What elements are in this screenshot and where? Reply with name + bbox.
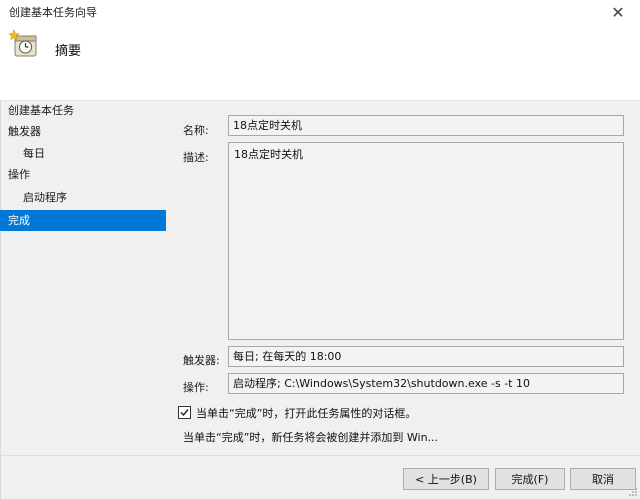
footer-divider (0, 455, 640, 456)
title-bar: 创建基本任务向导 ✕ (0, 0, 640, 24)
nav-step-daily[interactable]: 每日 (0, 143, 166, 164)
wizard-header: 摘要 (0, 24, 640, 100)
description-field[interactable]: 18点定时关机 (228, 142, 624, 340)
nav-step-label: 创建基本任务 (8, 104, 74, 117)
trigger-label: 触发器: (183, 354, 220, 367)
nav-step-trigger[interactable]: 触发器 (0, 121, 166, 142)
nav-step-finish[interactable]: 完成 (0, 210, 166, 231)
action-field[interactable]: 启动程序; C:\Windows\System32\shutdown.exe -… (228, 373, 624, 394)
finish-note: 当单击“完成”时，新任务将会被创建并添加到 Win... (183, 431, 439, 444)
name-label: 名称: (183, 124, 209, 137)
task-wizard-window: 创建基本任务向导 ✕ 摘要 创建基本任务 触发器 每日 操作 启动程序 完成 名… (0, 0, 640, 499)
task-scheduler-clock-icon (8, 29, 37, 57)
finish-button[interactable]: 完成(F) (495, 468, 565, 490)
trigger-field[interactable]: 每日; 在每天的 18:00 (228, 346, 624, 367)
open-properties-label[interactable]: 当单击“完成”时，打开此任务属性的对话框。 (196, 405, 416, 421)
open-properties-checkbox[interactable] (178, 406, 191, 419)
nav-step-label: 完成 (8, 214, 30, 227)
page-title: 摘要 (55, 44, 82, 59)
name-field[interactable]: 18点定时关机 (228, 115, 624, 136)
description-label: 描述: (183, 151, 209, 164)
window-title: 创建基本任务向导 (9, 6, 97, 19)
nav-step-label: 操作 (8, 168, 30, 181)
nav-step-create-basic-task[interactable]: 创建基本任务 (0, 100, 166, 121)
close-button[interactable]: ✕ (596, 0, 640, 24)
action-label: 操作: (183, 381, 209, 394)
close-icon: ✕ (611, 2, 625, 22)
back-button[interactable]: < 上一步(B) (403, 468, 489, 490)
cancel-button[interactable]: 取消 (570, 468, 636, 490)
checkmark-icon (180, 409, 189, 417)
nav-step-label: 触发器 (8, 125, 41, 138)
wizard-steps-nav: 创建基本任务 触发器 每日 操作 启动程序 完成 (0, 100, 166, 499)
nav-step-label: 启动程序 (23, 191, 67, 204)
resize-grip-icon[interactable] (628, 487, 638, 497)
nav-step-action[interactable]: 操作 (0, 164, 166, 185)
nav-step-label: 每日 (23, 147, 45, 160)
nav-step-start-program[interactable]: 启动程序 (0, 187, 166, 208)
